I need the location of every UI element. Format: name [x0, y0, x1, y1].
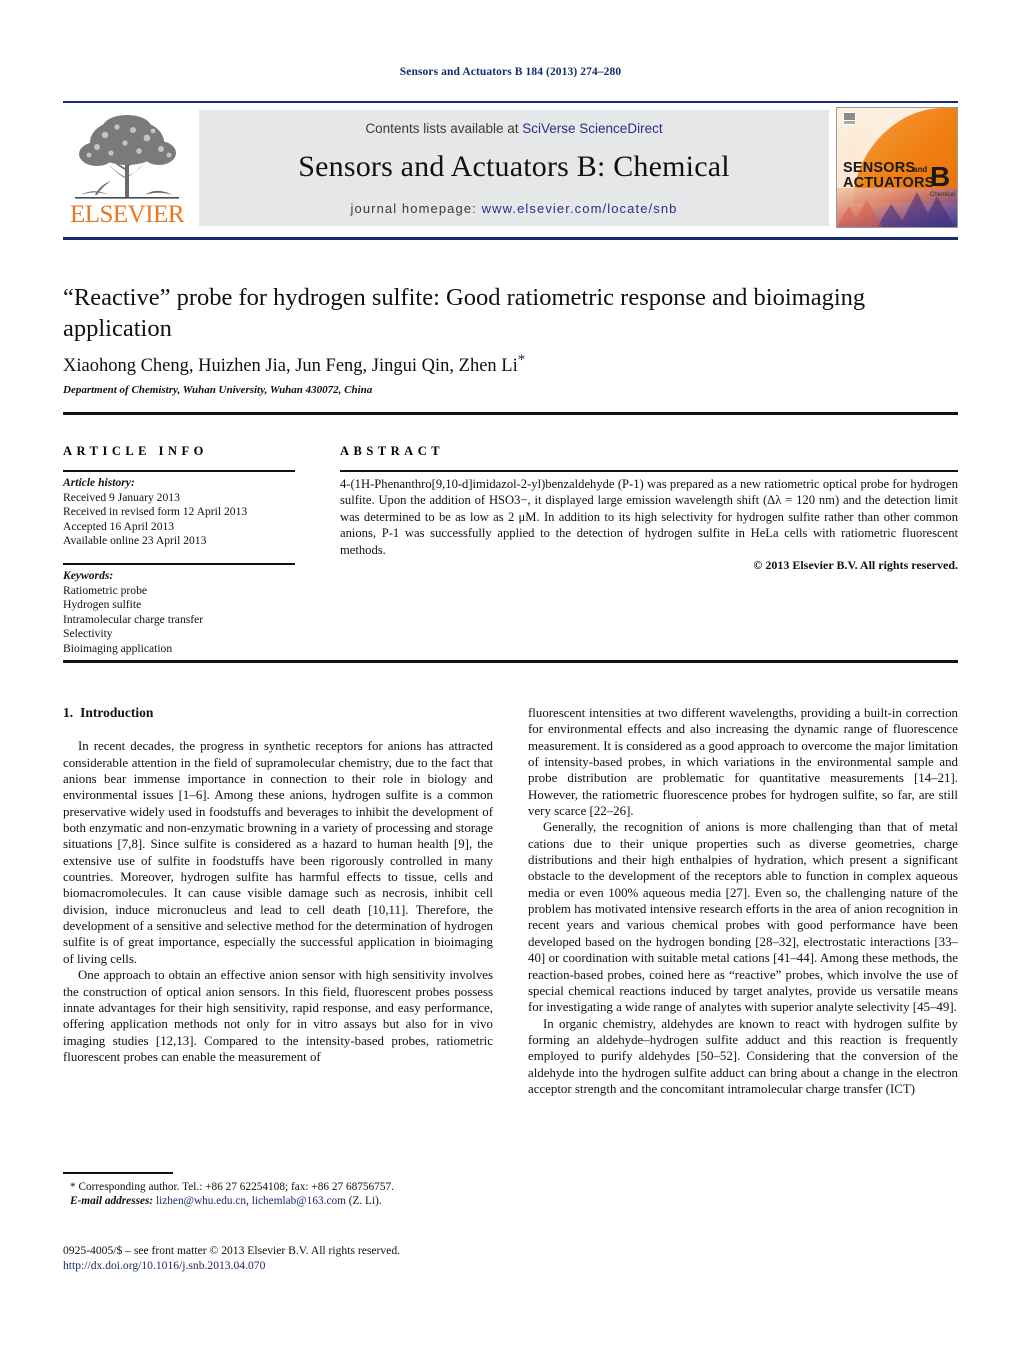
doi-link[interactable]: http://dx.doi.org/10.1016/j.snb.2013.04.…	[63, 1258, 543, 1273]
sciencedirect-link[interactable]: SciVerse ScienceDirect	[522, 121, 662, 136]
section-number: 1.	[63, 705, 74, 720]
section-heading-introduction: 1. Introduction	[63, 705, 493, 721]
email-label: E-mail addresses:	[70, 1195, 154, 1208]
svg-text:SENSORS: SENSORS	[843, 160, 915, 176]
journal-title: Sensors and Actuators B: Chemical	[298, 150, 730, 183]
masthead-bottom-rule	[63, 237, 958, 240]
journal-cover-image: SENSORS and ACTUATORS B Chemical	[836, 107, 958, 228]
article-info-heading: ARTICLE INFO	[63, 444, 208, 458]
paragraph: fluorescent intensities at two different…	[528, 706, 958, 819]
homepage-line: journal homepage: www.elsevier.com/locat…	[199, 201, 829, 216]
email-suffix: (Z. Li).	[345, 1195, 382, 1208]
svg-text:ACTUATORS: ACTUATORS	[843, 175, 935, 191]
title-bottom-rule	[63, 412, 958, 415]
paragraph: In recent decades, the progress in synth…	[63, 739, 493, 966]
header-rule	[63, 101, 958, 103]
abstract-heading: ABSTRACT	[340, 444, 445, 458]
keywords-rule	[63, 563, 295, 565]
corresponding-author-marker: *	[517, 352, 526, 368]
journal-masthead: ELSEVIER Contents lists available at Sci…	[63, 107, 958, 228]
elsevier-logo: ELSEVIER	[63, 107, 191, 228]
history-item: Received in revised form 12 April 2013	[63, 505, 248, 519]
page-title: “Reactive” probe for hydrogen sulfite: G…	[63, 284, 866, 342]
paragraph: Generally, the recognition of anions is …	[528, 820, 958, 1015]
history-item: Available online 23 April 2013	[63, 534, 207, 548]
email-link-1[interactable]: lizhen@whu.edu.cn	[156, 1195, 246, 1207]
svg-text:Chemical: Chemical	[930, 192, 955, 198]
footnote-rule	[63, 1172, 173, 1174]
paragraph: One approach to obtain an effective anio…	[63, 968, 493, 1064]
keyword-list: Keywords: Ratiometric probe Hydrogen sul…	[63, 569, 313, 657]
affiliation: Department of Chemistry, Wuhan Universit…	[63, 384, 373, 396]
elsevier-wordmark: ELSEVIER	[69, 201, 185, 228]
abstract-bottom-rule	[63, 660, 958, 663]
history-item: Accepted 16 April 2013	[63, 519, 175, 533]
body-column-right: fluorescent intensities at two different…	[528, 705, 958, 1097]
abstract-copyright: © 2013 Elsevier B.V. All rights reserved…	[753, 558, 958, 572]
keywords-label: Keywords:	[63, 569, 114, 582]
email-link-2[interactable]: lichemlab@163.com	[252, 1195, 346, 1207]
article-history: Article history: Received 9 January 2013…	[63, 476, 313, 549]
author-list: Xiaohong Cheng, Huizhen Jia, Jun Feng, J…	[63, 352, 923, 377]
svg-text:and: and	[913, 165, 927, 174]
email-note: E-mail addresses: lizhen@whu.edu.cn, lic…	[63, 1194, 503, 1208]
author-names: Xiaohong Cheng, Huizhen Jia, Jun Feng, J…	[63, 356, 518, 377]
keyword-item: Intramolecular charge transfer	[63, 612, 204, 626]
contents-line: Contents lists available at SciVerse Sci…	[199, 121, 829, 136]
running-head: Sensors and Actuators B 184 (2013) 274–2…	[399, 66, 622, 78]
keyword-item: Selectivity	[63, 627, 113, 641]
body-column-left: 1. Introduction In recent decades, the pr…	[63, 705, 493, 1065]
section-title: Introduction	[80, 705, 154, 720]
abstract-rule	[340, 470, 958, 472]
keyword-item: Hydrogen sulfite	[63, 598, 142, 612]
abstract-text: 4-(1H-Phenanthro[9,10-d]imidazol-2-yl)be…	[340, 477, 958, 557]
homepage-url-link[interactable]: www.elsevier.com/locate/snb	[482, 201, 678, 216]
keyword-item: Ratiometric probe	[63, 583, 148, 597]
contents-prefix: Contents lists available at	[365, 121, 523, 136]
cover-artwork: SENSORS and ACTUATORS B Chemical	[837, 108, 957, 227]
journal-band: Contents lists available at SciVerse Sci…	[199, 110, 829, 226]
homepage-prefix: journal homepage:	[350, 201, 482, 216]
article-info-rule	[63, 470, 295, 472]
article-page: Sensors and Actuators B 184 (2013) 274–2…	[0, 0, 1021, 1351]
issn-copyright-line: 0925-4005/$ – see front matter © 2013 El…	[63, 1244, 401, 1257]
footnote-block: * Corresponding author. Tel.: +86 27 622…	[63, 1180, 503, 1209]
svg-text:B: B	[930, 161, 950, 192]
elsevier-tree-icon	[75, 115, 179, 199]
history-label: Article history:	[63, 476, 135, 489]
keyword-item: Bioimaging application	[63, 641, 173, 655]
corresponding-author-note: * Corresponding author. Tel.: +86 27 622…	[70, 1181, 394, 1193]
history-item: Received 9 January 2013	[63, 490, 180, 504]
imprint-block: 0925-4005/$ – see front matter © 2013 El…	[63, 1243, 543, 1273]
paragraph: In organic chemistry, aldehydes are know…	[528, 1016, 958, 1096]
